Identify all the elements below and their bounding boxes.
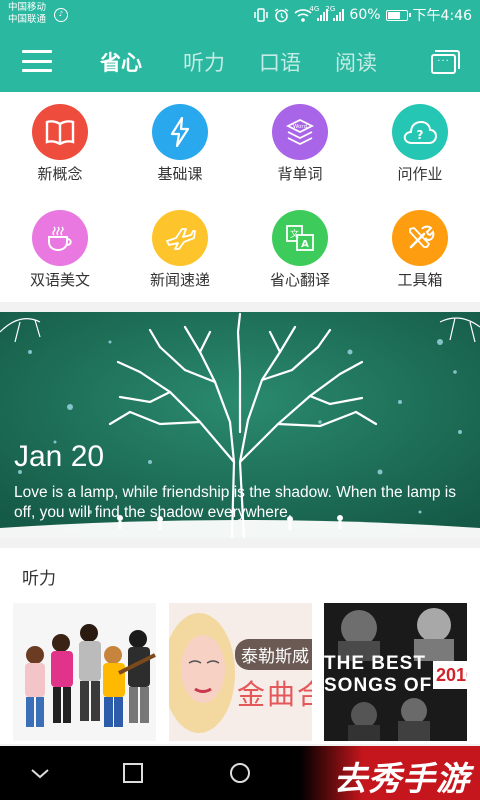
album-title: 泰勒斯威	[235, 639, 312, 670]
feature-label: 问作业	[397, 165, 443, 183]
album-best-songs[interactable]: THE BEST SONGS OF 2016	[324, 603, 467, 741]
banner-date: Jan 20	[14, 440, 105, 473]
svg-text:文: 文	[290, 228, 299, 240]
daily-quote-banner[interactable]: Jan 20 Love is a lamp, while friendship …	[0, 312, 480, 538]
album-year: 2016	[433, 661, 467, 689]
tools-icon	[392, 210, 448, 266]
menu-icon[interactable]	[22, 50, 52, 72]
banner-quote: Love is a lamp, while friendship is the …	[14, 484, 456, 521]
watermark-logo: 去秀手游	[300, 746, 480, 800]
alarm-icon	[275, 7, 289, 22]
signal-icon-2: 2G	[325, 5, 345, 21]
feature-vocabulary[interactable]: Word 背单词	[240, 92, 360, 196]
tab-reading[interactable]: 阅读	[335, 47, 377, 77]
album-subtitle: 金曲合	[237, 678, 312, 711]
clock: 下午4:46	[412, 8, 472, 24]
feature-homework[interactable]: ? 问作业	[360, 92, 480, 196]
feature-bilingual-essay[interactable]: 双语美文	[0, 198, 120, 302]
feature-label: 新概念	[37, 165, 83, 183]
album-line-2: SONGS OF	[324, 675, 433, 696]
home-icon[interactable]	[225, 758, 255, 788]
net-type-1: 4G	[309, 5, 320, 13]
feature-label: 基础课	[157, 165, 203, 183]
question-cloud-icon: ?	[392, 104, 448, 160]
translate-icon: 文A	[272, 210, 328, 266]
group-photo-image	[13, 603, 156, 741]
svg-text:A: A	[301, 239, 309, 250]
carrier-names: 中国移动 中国联通	[8, 2, 46, 26]
svg-text:?: ?	[417, 128, 424, 142]
watermark-text: 去秀手游	[334, 759, 470, 798]
tab-listening[interactable]: 听力	[183, 47, 225, 77]
feature-label: 背单词	[277, 165, 323, 183]
album-line-1: THE BEST	[324, 653, 426, 674]
net-type-2: 2G	[325, 5, 336, 13]
coffee-icon	[32, 210, 88, 266]
feature-news[interactable]: 新闻速递	[120, 198, 240, 302]
top-app-bar: 省心 听力 口语 阅读 ···	[0, 30, 480, 92]
status-bar: 中国移动 中国联通 ♪ 4G 2G 60% 下午4:46	[0, 0, 480, 30]
carrier-2: 中国联通	[8, 14, 47, 25]
status-icons: 4G 2G 60% 下午4:46	[253, 4, 472, 26]
feature-new-concept[interactable]: 新概念	[0, 92, 120, 196]
feature-label: 新闻速递	[149, 271, 210, 289]
battery-percent: 60%	[349, 7, 381, 23]
book-icon	[32, 104, 88, 160]
system-nav-bar: 去秀手游	[0, 746, 480, 800]
album-group-photo[interactable]	[13, 603, 156, 741]
word-icon-text: Word	[293, 124, 307, 130]
feature-grid: 新概念 基础课 Word 背单词 ? 问作业 双语美文 新闻速递 文A 省心翻译…	[0, 92, 480, 302]
feature-label: 双语美文	[29, 271, 90, 289]
carrier-1: 中国移动	[8, 2, 47, 13]
taylor-photo-image	[169, 603, 312, 741]
feature-label: 工具箱	[397, 271, 443, 289]
hd-call-icon: ♪	[54, 8, 68, 22]
vibrate-icon	[254, 8, 269, 22]
lightning-icon	[152, 104, 208, 160]
messages-icon[interactable]: ···	[431, 50, 460, 74]
tab-shengxin[interactable]: 省心	[100, 47, 142, 77]
album-taylor-swift[interactable]: 泰勒斯威 金曲合	[169, 603, 312, 741]
feature-basic-course[interactable]: 基础课	[120, 92, 240, 196]
word-stack-icon: Word	[272, 104, 328, 160]
plane-icon	[152, 210, 208, 266]
tab-speaking[interactable]: 口语	[259, 47, 301, 77]
back-icon[interactable]	[25, 758, 55, 788]
listening-section: 听力 泰勒斯威 金曲合	[0, 548, 480, 744]
recent-apps-icon[interactable]	[118, 758, 148, 788]
feature-translate[interactable]: 文A 省心翻译	[240, 198, 360, 302]
section-title: 听力	[22, 569, 56, 589]
feature-toolbox[interactable]: 工具箱	[360, 198, 480, 302]
battery-fill	[387, 11, 400, 19]
battery-icon	[385, 9, 411, 21]
feature-label: 省心翻译	[269, 271, 330, 289]
